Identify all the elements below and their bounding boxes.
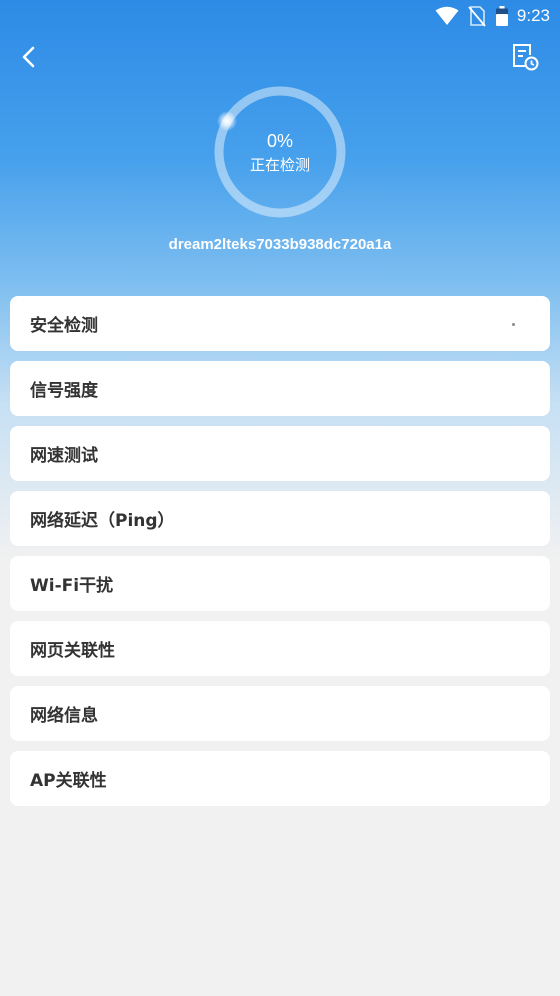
- check-item-signal-strength[interactable]: 信号强度: [10, 361, 550, 416]
- check-item-label: 信号强度: [30, 381, 98, 401]
- status-time: 9:23: [516, 6, 550, 25]
- no-sim-icon: [467, 5, 487, 27]
- check-item-label: 安全检测: [30, 316, 98, 336]
- progress-text: 0% 正在检测: [213, 130, 347, 176]
- check-item-label: 网页关联性: [30, 641, 115, 661]
- top-nav: [0, 36, 560, 80]
- check-item-label: 网络信息: [30, 706, 98, 726]
- check-item-label: 网速测试: [30, 446, 98, 466]
- history-button[interactable]: [508, 40, 542, 74]
- check-item-network-info[interactable]: 网络信息: [10, 686, 550, 741]
- progress-status: 正在检测: [249, 156, 310, 174]
- status-icons: 9:23: [435, 4, 550, 28]
- loading-indicator-icon: [512, 323, 515, 326]
- chevron-left-icon: [22, 46, 35, 68]
- check-item-label: Wi-Fi干扰: [30, 576, 114, 596]
- progress-percent: 0%: [266, 131, 293, 151]
- check-item-security[interactable]: 安全检测: [10, 296, 550, 351]
- back-button[interactable]: [14, 42, 44, 72]
- battery-icon: [495, 5, 509, 27]
- document-clock-icon: [513, 44, 539, 71]
- wifi-icon: [435, 6, 459, 26]
- status-bar: 9:23: [0, 0, 560, 32]
- device-name: dream2lteks7033b938dc720a1a: [168, 236, 392, 253]
- check-item-label: AP关联性: [30, 771, 107, 791]
- progress-ring-indicator: [217, 111, 237, 131]
- check-item-ap-connectivity[interactable]: AP关联性: [10, 751, 550, 806]
- check-item-speed-test[interactable]: 网速测试: [10, 426, 550, 481]
- check-list: 安全检测 信号强度 网速测试 网络延迟（Ping） Wi-Fi干扰 网页关联性 …: [10, 296, 550, 816]
- check-item-wifi-interference[interactable]: Wi-Fi干扰: [10, 556, 550, 611]
- check-item-web-connectivity[interactable]: 网页关联性: [10, 621, 550, 676]
- check-item-label: 网络延迟（Ping）: [30, 511, 175, 531]
- check-item-ping[interactable]: 网络延迟（Ping）: [10, 491, 550, 546]
